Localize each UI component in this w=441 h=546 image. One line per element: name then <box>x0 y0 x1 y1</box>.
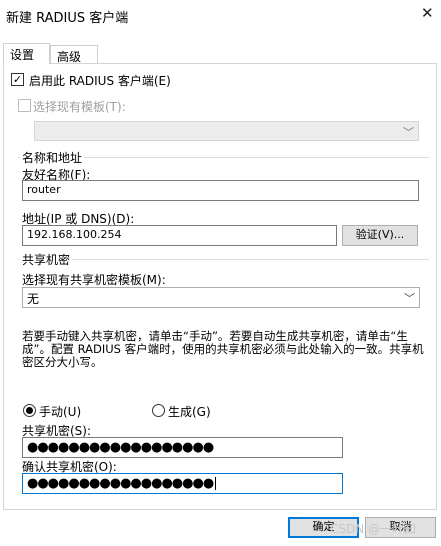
radio-selected-dot <box>26 407 33 414</box>
checkmark-icon: ✓ <box>12 73 23 86</box>
text-caret <box>215 477 217 490</box>
generate-radio-label: 生成(G) <box>168 405 211 419</box>
shared-secret-description: 若要手动键入共享机密，请单击“手动”。若要自动生成共享机密，请单击“生成”。配置… <box>22 329 424 369</box>
tab-advanced[interactable]: 高级 <box>50 45 98 64</box>
select-template-label: 选择现有模板(T): <box>33 100 126 114</box>
shared-secret-input[interactable]: ●●●●●●●●●●●●●●●●●● <box>22 437 343 458</box>
template-dropdown[interactable]: ﹀ <box>34 121 419 141</box>
manual-radio-label: 手动(U) <box>39 405 82 419</box>
friendly-name-input[interactable]: router <box>22 180 419 201</box>
enable-client-checkbox[interactable]: ✓ <box>11 73 24 86</box>
select-template-checkbox[interactable] <box>18 99 31 112</box>
shared-secret-group-title: 共享机密 <box>20 251 73 268</box>
verify-button[interactable]: 验证(V)... <box>342 225 418 246</box>
watermark: CSDN @一叶知 <box>330 522 417 536</box>
secret-template-label: 选择现有共享机密模板(M): <box>22 273 166 287</box>
chevron-down-icon: ﹀ <box>404 292 415 305</box>
manual-radio[interactable] <box>23 404 36 417</box>
close-icon[interactable]: ✕ <box>421 4 434 22</box>
address-input[interactable]: 192.168.100.254 <box>22 225 337 246</box>
secret-template-selected-value: 无 <box>27 292 40 306</box>
confirm-secret-input[interactable]: ●●●●●●●●●●●●●●●●●● <box>22 473 343 494</box>
tab-settings[interactable]: 设置 <box>3 43 50 64</box>
secret-template-dropdown[interactable]: 无 ﹀ <box>22 287 420 308</box>
name-address-group-title: 名称和地址 <box>20 149 85 166</box>
window-title: 新建 RADIUS 客户端 <box>6 11 129 26</box>
generate-radio[interactable] <box>152 404 165 417</box>
confirm-secret-mask: ●●●●●●●●●●●●●●●●●● <box>27 476 214 491</box>
group-divider <box>18 259 429 260</box>
enable-client-label: 启用此 RADIUS 客户端(E) <box>29 74 171 88</box>
chevron-down-icon: ﹀ <box>403 126 414 139</box>
